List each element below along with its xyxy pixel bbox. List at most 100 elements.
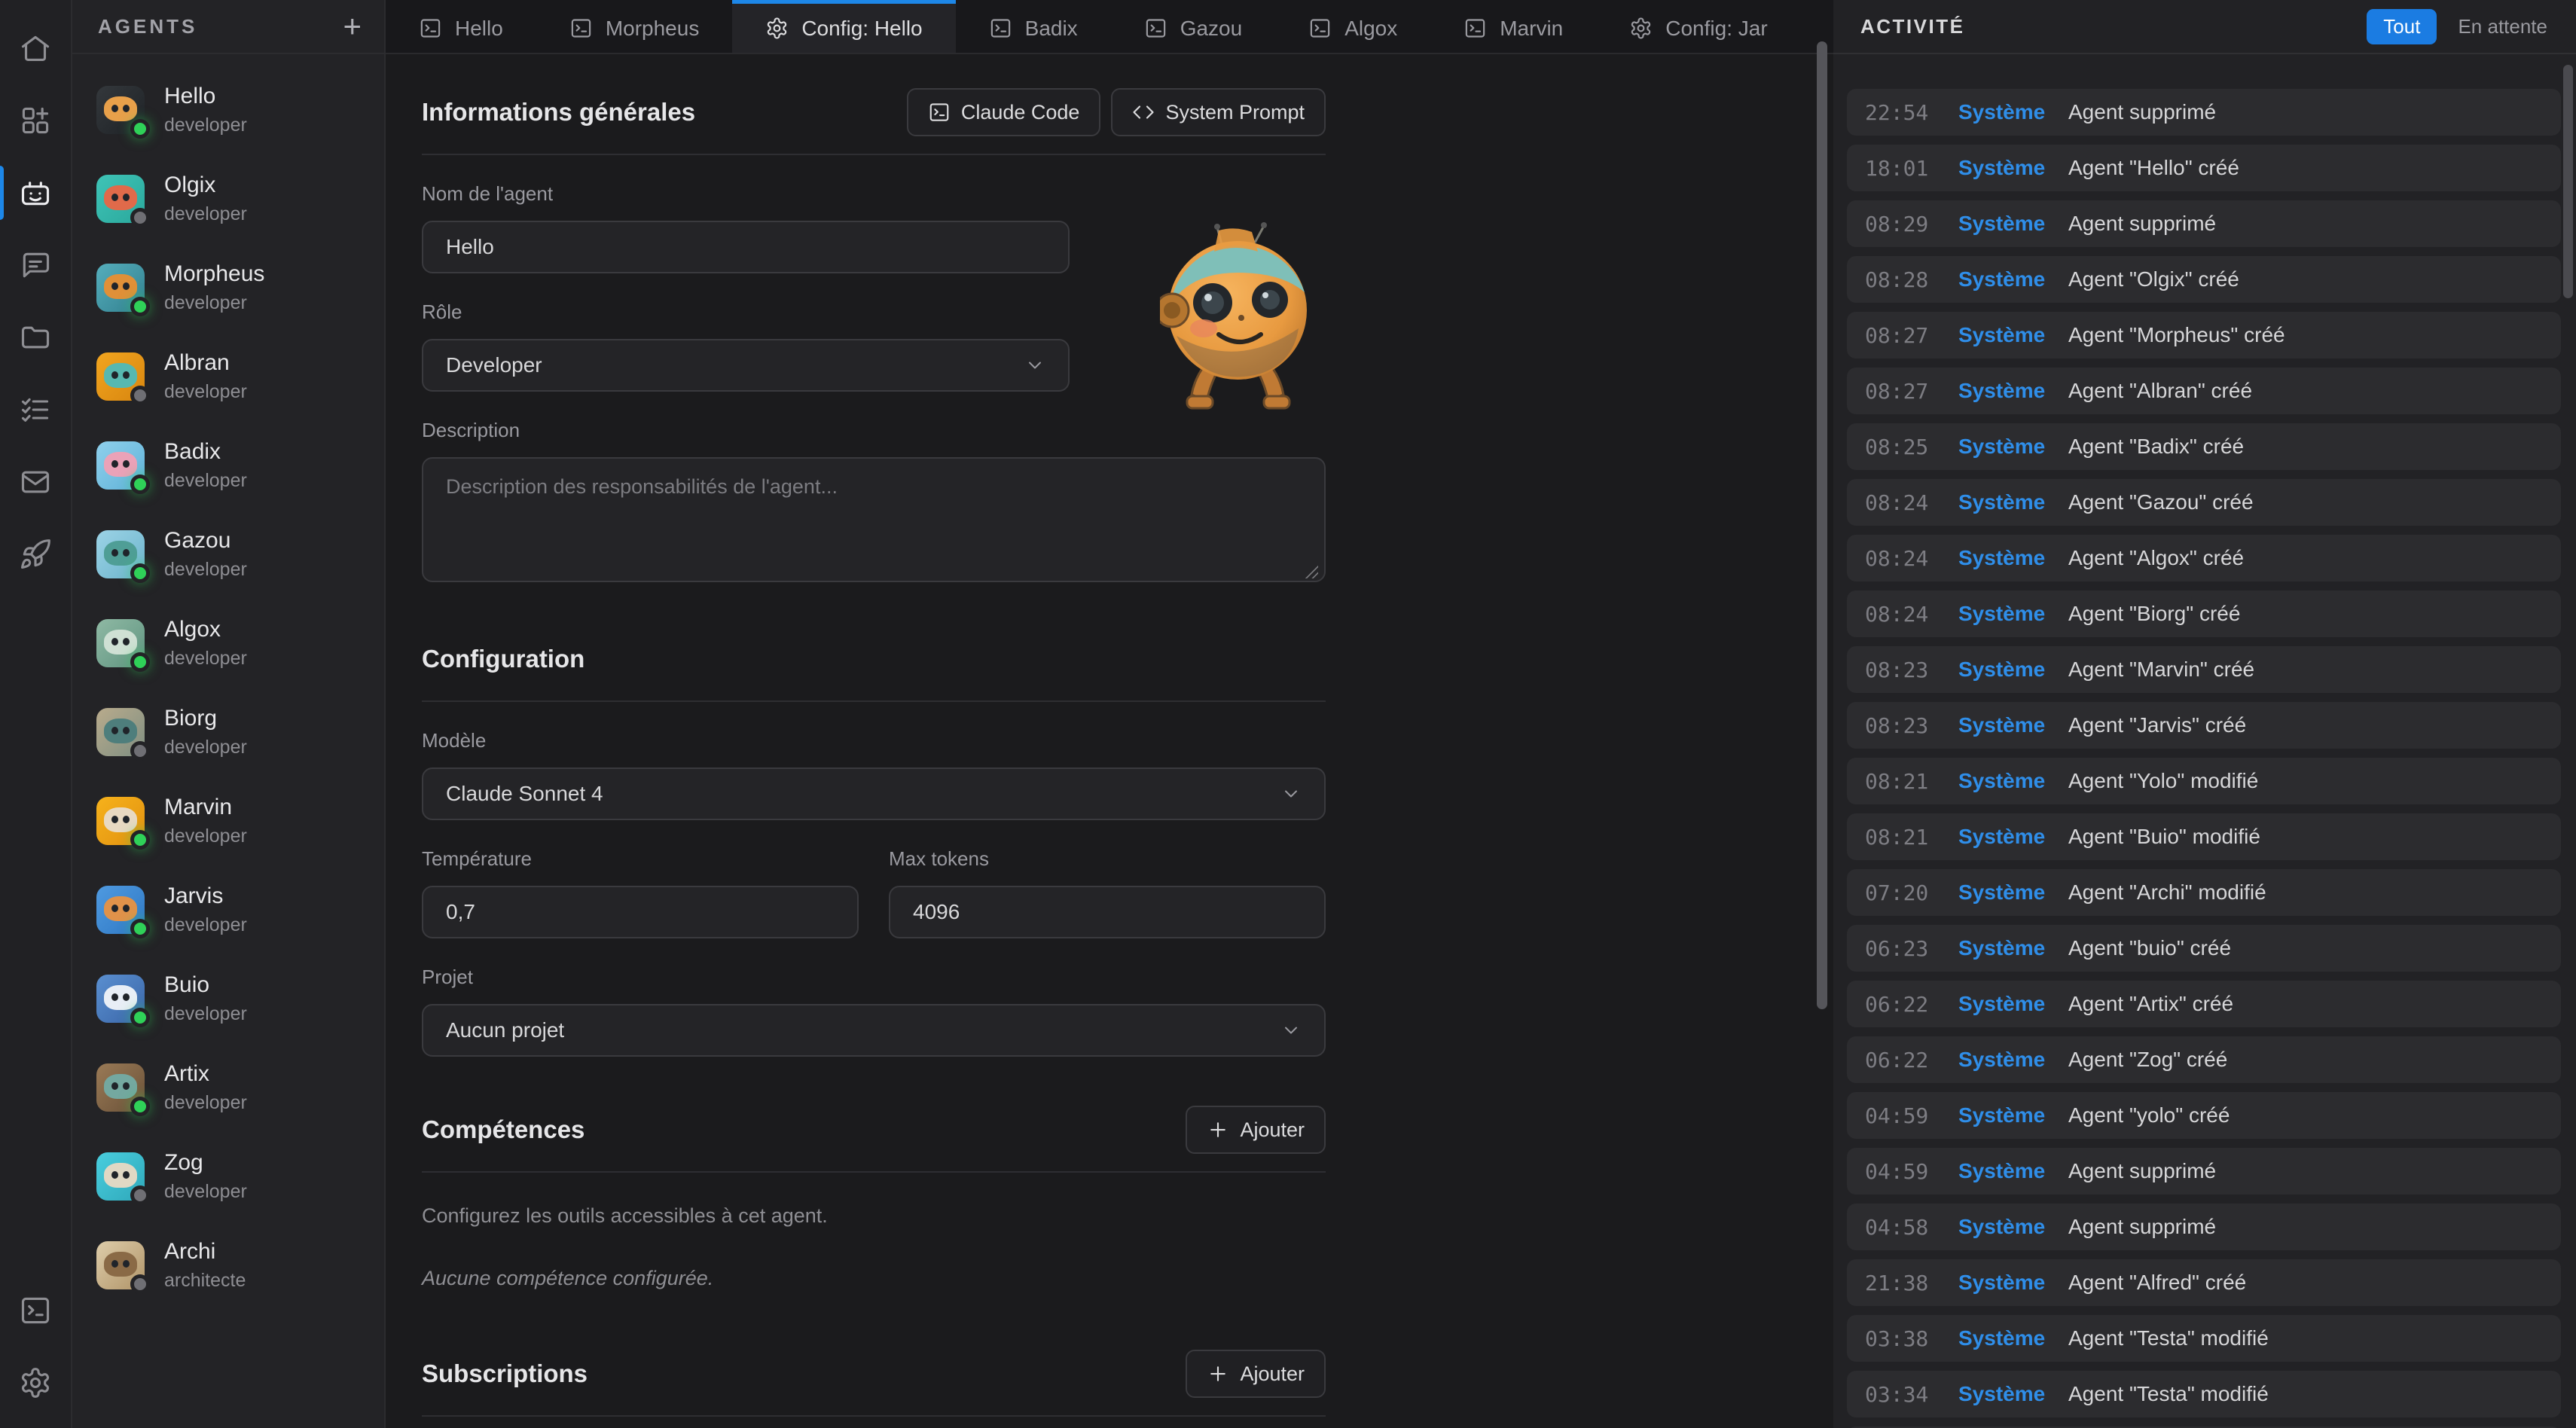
tab[interactable]: Hello	[386, 0, 536, 53]
tab-icon	[989, 17, 1012, 40]
filter-all-button[interactable]: Tout	[2367, 9, 2437, 44]
activity-row[interactable]: 18:01 Système Agent "Hello" créé	[1847, 145, 2561, 191]
activity-row[interactable]: 08:21 Système Agent "Buio" modifié	[1847, 813, 2561, 860]
tab[interactable]: Gazou	[1111, 0, 1276, 53]
agent-list-item[interactable]: Jarvis developer	[89, 875, 368, 944]
status-dot	[130, 652, 150, 672]
activity-scrollbar[interactable]	[2563, 65, 2573, 298]
agent-list-item[interactable]: Badix developer	[89, 431, 368, 500]
filter-pending-button[interactable]: En attente	[2458, 15, 2547, 38]
tab[interactable]: Config: Jar	[1596, 0, 1800, 53]
activity-row[interactable]: 04:58 Système Agent supprimé	[1847, 1204, 2561, 1250]
model-select[interactable]: Claude Sonnet 4	[422, 767, 1326, 820]
activity-message: Agent "Albran" créé	[2068, 379, 2252, 403]
activity-message: Agent "Yolo" modifié	[2068, 769, 2258, 793]
terminal-icon[interactable]	[17, 1292, 53, 1329]
activity-row[interactable]: 08:25 Système Agent "Badix" créé	[1847, 423, 2561, 470]
system-prompt-button[interactable]: System Prompt	[1111, 88, 1326, 136]
activity-row[interactable]: 06:22 Système Agent "Artix" créé	[1847, 981, 2561, 1027]
activity-row[interactable]: 21:38 Système Agent "Alfred" créé	[1847, 1259, 2561, 1306]
main-scrollbar[interactable]	[1817, 41, 1827, 1009]
tab[interactable]: Marvin	[1430, 0, 1596, 53]
activity-source: Système	[1958, 713, 2043, 737]
activity-row[interactable]: 08:23 Système Agent "Marvin" créé	[1847, 646, 2561, 693]
activity-row[interactable]: 08:24 Système Agent "Biorg" créé	[1847, 590, 2561, 637]
mail-icon[interactable]	[17, 464, 53, 500]
agent-list-item[interactable]: Hello developer	[89, 75, 368, 145]
tab[interactable]: Algox	[1275, 0, 1430, 53]
temperature-input[interactable]	[422, 886, 859, 938]
agent-list-item[interactable]: Algox developer	[89, 609, 368, 678]
agent-role: developer	[164, 825, 247, 847]
max-tokens-input[interactable]	[889, 886, 1326, 938]
add-agent-button[interactable]: +	[343, 11, 362, 42]
tab-label: Morpheus	[606, 17, 700, 41]
activity-row[interactable]: 08:24 Système Agent "Algox" créé	[1847, 535, 2561, 581]
activity-row[interactable]: 08:24 Système Agent "Gazou" créé	[1847, 479, 2561, 526]
settings-gear-icon[interactable]	[17, 1365, 53, 1401]
activity-row[interactable]: 06:23 Système Agent "buio" créé	[1847, 925, 2561, 972]
description-label: Description	[422, 419, 1326, 442]
rocket-icon[interactable]	[17, 536, 53, 572]
agent-list-item[interactable]: Archi architecte	[89, 1231, 368, 1300]
agent-avatar	[96, 797, 145, 845]
activity-row[interactable]: 08:27 Système Agent "Morpheus" créé	[1847, 312, 2561, 359]
activity-row[interactable]: 04:59 Système Agent supprimé	[1847, 1148, 2561, 1195]
agent-list-item[interactable]: Marvin developer	[89, 786, 368, 856]
chat-icon[interactable]	[17, 247, 53, 283]
agent-list-item[interactable]: Olgix developer	[89, 164, 368, 233]
tab[interactable]: Badix	[956, 0, 1111, 53]
activity-row[interactable]: 08:23 Système Agent "Jarvis" créé	[1847, 702, 2561, 749]
activity-row[interactable]: 22:54 Système Agent supprimé	[1847, 89, 2561, 136]
agent-role: developer	[164, 381, 247, 403]
tab-label: Gazou	[1180, 17, 1243, 41]
activity-row[interactable]: 08:28 Système Agent "Olgix" créé	[1847, 256, 2561, 303]
home-icon[interactable]	[17, 30, 53, 66]
activity-time: 08:23	[1865, 713, 1958, 738]
agent-list-item[interactable]: Zog developer	[89, 1142, 368, 1211]
activity-row[interactable]: 03:38 Système Agent "Testa" modifié	[1847, 1315, 2561, 1362]
activity-row[interactable]: 04:59 Système Agent "yolo" créé	[1847, 1092, 2561, 1139]
agent-name-input[interactable]	[422, 221, 1070, 273]
add-skill-button[interactable]: Ajouter	[1186, 1106, 1326, 1154]
add-subscription-button[interactable]: Ajouter	[1186, 1350, 1326, 1398]
status-dot	[130, 1097, 150, 1116]
agent-list-item[interactable]: Biorg developer	[89, 697, 368, 767]
status-dot	[130, 1274, 150, 1294]
activity-row[interactable]: 08:29 Système Agent supprimé	[1847, 200, 2561, 247]
status-dot	[130, 119, 150, 139]
section-title-subscriptions: Subscriptions	[422, 1359, 588, 1388]
claude-code-button[interactable]: Claude Code	[907, 88, 1101, 136]
agent-list-item[interactable]: Albran developer	[89, 342, 368, 411]
activity-time: 08:24	[1865, 490, 1958, 515]
tasks-icon[interactable]	[17, 392, 53, 428]
agent-avatar	[96, 264, 145, 312]
status-dot	[130, 919, 150, 938]
folder-icon[interactable]	[17, 319, 53, 355]
tab[interactable]: Config: Hello	[732, 0, 955, 53]
activity-row[interactable]: 08:21 Système Agent "Yolo" modifié	[1847, 758, 2561, 804]
agent-list-item[interactable]: Buio developer	[89, 964, 368, 1033]
agents-title: AGENTS	[98, 15, 197, 38]
skills-empty-text: Aucune compétence configurée.	[422, 1267, 1326, 1290]
agent-role: developer	[164, 203, 247, 225]
project-select[interactable]: Aucun projet	[422, 1004, 1326, 1057]
agent-list-item[interactable]: Morpheus developer	[89, 253, 368, 322]
agent-avatar	[96, 975, 145, 1023]
activity-row[interactable]: 07:20 Système Agent "Archi" modifié	[1847, 869, 2561, 916]
activity-message: Agent "Morpheus" créé	[2068, 323, 2285, 347]
activity-message: Agent "Testa" modifié	[2068, 1326, 2269, 1350]
agent-list-item[interactable]: Artix developer	[89, 1053, 368, 1122]
activity-row[interactable]: 03:34 Système Agent "Testa" modifié	[1847, 1371, 2561, 1417]
activity-row[interactable]: 08:27 Système Agent "Albran" créé	[1847, 368, 2561, 414]
description-textarea[interactable]	[422, 457, 1326, 582]
agent-name: Olgix	[164, 172, 247, 198]
agent-config-panel: Informations générales Claude Code Syste…	[386, 54, 1833, 1428]
role-select[interactable]: Developer	[422, 339, 1070, 392]
activity-row[interactable]: 06:22 Système Agent "Zog" créé	[1847, 1036, 2561, 1083]
apps-plus-icon[interactable]	[17, 102, 53, 139]
agent-list-item[interactable]: Gazou developer	[89, 520, 368, 589]
activity-source: Système	[1958, 435, 2043, 459]
agents-bot-icon[interactable]	[17, 175, 53, 211]
tab[interactable]: Morpheus	[536, 0, 733, 53]
